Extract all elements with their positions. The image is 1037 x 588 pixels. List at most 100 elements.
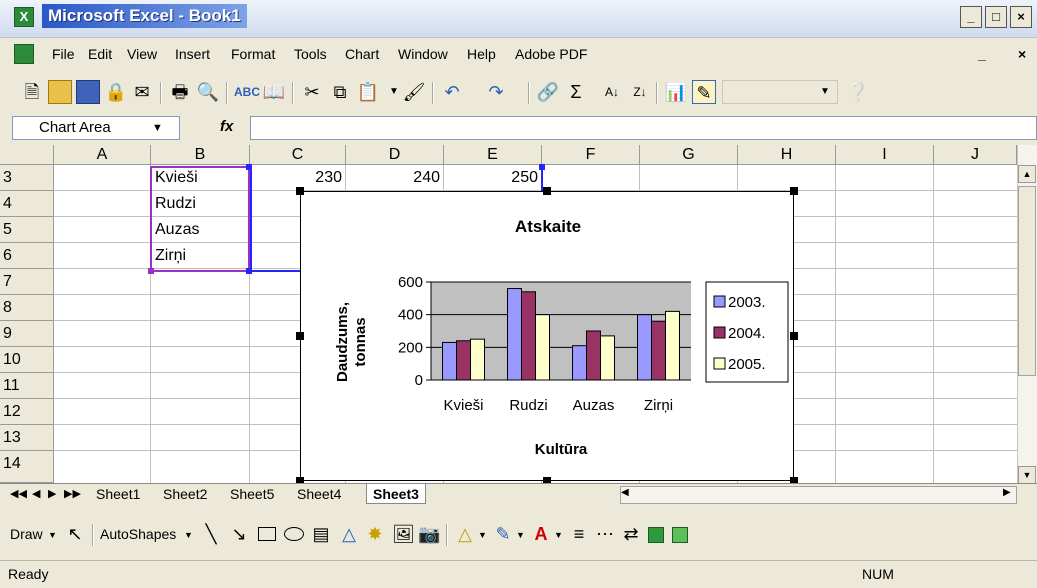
bar[interactable] (637, 314, 652, 381)
prev-sheet-icon[interactable]: ◀ (32, 487, 40, 500)
sheet-tab-sheet5[interactable]: Sheet5 (224, 484, 280, 504)
row-header-4[interactable]: 4 (0, 191, 54, 217)
col-header-i[interactable]: I (836, 145, 934, 165)
line-color-dropdown-icon[interactable]: ▼ (516, 530, 525, 540)
menu-help[interactable]: Help (467, 46, 496, 62)
drawing-icon[interactable]: ✎ (692, 80, 716, 104)
horizontal-scrollbar[interactable] (620, 486, 1017, 504)
bar[interactable] (535, 314, 550, 381)
menu-insert[interactable]: Insert (175, 46, 210, 62)
name-box-dropdown-icon[interactable]: ▼ (152, 122, 163, 134)
oval-icon[interactable] (284, 527, 304, 541)
excel-app-icon[interactable]: X (14, 7, 34, 27)
line-icon[interactable]: ╲ (200, 522, 222, 546)
col-header-g[interactable]: G (640, 145, 738, 165)
bar[interactable] (507, 288, 522, 381)
menu-format[interactable]: Format (231, 46, 275, 62)
cell-b3[interactable]: Kvieši (155, 165, 198, 191)
draw-menu-button[interactable]: Draw (10, 526, 43, 542)
cell-d3[interactable]: 240 (346, 165, 440, 191)
menu-edit[interactable]: Edit (88, 46, 112, 62)
diagram-icon[interactable]: ✸ (364, 522, 386, 546)
menu-adobe-pdf[interactable]: Adobe PDF (515, 46, 587, 62)
row-header-9[interactable]: 9 (0, 321, 54, 347)
menu-tools[interactable]: Tools (294, 46, 327, 62)
sheet-tab-sheet3[interactable]: Sheet3 (366, 484, 426, 504)
select-all-corner[interactable] (0, 145, 54, 165)
format-painter-icon[interactable]: 🖌 (402, 80, 426, 104)
menu-view[interactable]: View (127, 46, 157, 62)
scroll-up-icon[interactable]: ▲ (1018, 165, 1036, 183)
rectangle-icon[interactable] (258, 527, 276, 541)
sort-descending-icon[interactable]: Z↓ (628, 80, 652, 104)
last-sheet-icon[interactable]: ▶▶ (64, 487, 81, 500)
hyperlink-icon[interactable]: 🔗 (536, 80, 560, 104)
bar[interactable] (456, 340, 471, 381)
email-icon[interactable]: ✉ (130, 80, 154, 104)
col-header-d[interactable]: D (346, 145, 444, 165)
workbook-close-button[interactable]: × (1018, 46, 1026, 62)
spelling-icon[interactable]: ABC (234, 80, 260, 104)
print-icon[interactable]: 🖶 (168, 80, 192, 104)
insert-picture-icon[interactable]: 📷 (418, 522, 440, 546)
row-header-5[interactable]: 5 (0, 217, 54, 243)
arrow-icon[interactable]: ↘ (228, 522, 250, 546)
workbook-icon[interactable] (14, 44, 34, 64)
row-header-3[interactable]: 3 (0, 165, 54, 191)
range-handle[interactable] (246, 268, 252, 274)
bar[interactable] (442, 341, 457, 381)
zoom-dropdown-icon[interactable]: ▼ (820, 86, 830, 97)
chart-wizard-icon[interactable]: 📊 (664, 80, 688, 104)
cell-b6[interactable]: Zirņi (155, 243, 186, 269)
insert-function-icon[interactable]: fx (220, 118, 233, 135)
fill-color-dropdown-icon[interactable]: ▼ (478, 530, 487, 540)
row-header-8[interactable]: 8 (0, 295, 54, 321)
select-objects-icon[interactable]: ↖ (64, 522, 86, 546)
col-header-a[interactable]: A (54, 145, 151, 165)
row-header-11[interactable]: 11 (0, 373, 54, 399)
undo-icon[interactable]: ↶ (440, 80, 464, 104)
bar[interactable] (600, 335, 615, 381)
permission-icon[interactable]: 🔒 (104, 80, 128, 104)
new-icon[interactable]: 🗎 (20, 80, 44, 104)
minimize-button[interactable]: _ (960, 6, 982, 28)
open-icon[interactable] (48, 80, 72, 104)
row-header-10[interactable]: 10 (0, 347, 54, 373)
font-color-icon[interactable]: A (530, 522, 552, 546)
cell-e3[interactable]: 250 (444, 165, 538, 191)
sort-ascending-icon[interactable]: A↓ (600, 80, 624, 104)
workbook-minimize-button[interactable]: _ (978, 46, 986, 62)
bar[interactable] (470, 338, 485, 381)
clip-art-icon[interactable]: 🖼 (392, 522, 415, 546)
line-style-icon[interactable]: ≡ (568, 522, 590, 546)
bar[interactable] (572, 345, 587, 381)
menu-window[interactable]: Window (398, 46, 448, 62)
row-header-13[interactable]: 13 (0, 425, 54, 451)
row-header-7[interactable]: 7 (0, 269, 54, 295)
row-header-14[interactable]: 14 (0, 451, 54, 483)
restore-button[interactable]: □ (985, 6, 1007, 28)
font-color-dropdown-icon[interactable]: ▼ (554, 530, 563, 540)
autosum-icon[interactable]: Σ (564, 80, 588, 104)
bar[interactable] (586, 330, 601, 381)
row-header-12[interactable]: 12 (0, 399, 54, 425)
col-header-h[interactable]: H (738, 145, 836, 165)
col-header-c[interactable]: C (250, 145, 346, 165)
print-preview-icon[interactable]: 🔍 (196, 80, 220, 104)
cell-b4[interactable]: Rudzi (155, 191, 196, 217)
dash-style-icon[interactable]: ⋯ (594, 522, 616, 546)
copy-icon[interactable]: ⧉ (328, 80, 352, 104)
wordart-icon[interactable]: △ (338, 522, 360, 546)
col-header-f[interactable]: F (542, 145, 640, 165)
shadow-style-icon[interactable] (648, 527, 664, 543)
plot-area[interactable]: 0 200 400 600 Kvieši Rudzi Auzas Zirņi (398, 274, 691, 414)
chart-resize-handle[interactable] (296, 187, 304, 195)
text-box-icon[interactable]: ▤ (310, 522, 332, 546)
save-icon[interactable] (76, 80, 100, 104)
chart-resize-handle[interactable] (296, 332, 304, 340)
col-header-e[interactable]: E (444, 145, 542, 165)
cell-b5[interactable]: Auzas (155, 217, 199, 243)
autoshapes-dropdown-icon[interactable]: ▼ (184, 530, 193, 540)
range-handle[interactable] (148, 268, 154, 274)
chart-resize-handle[interactable] (543, 187, 551, 195)
